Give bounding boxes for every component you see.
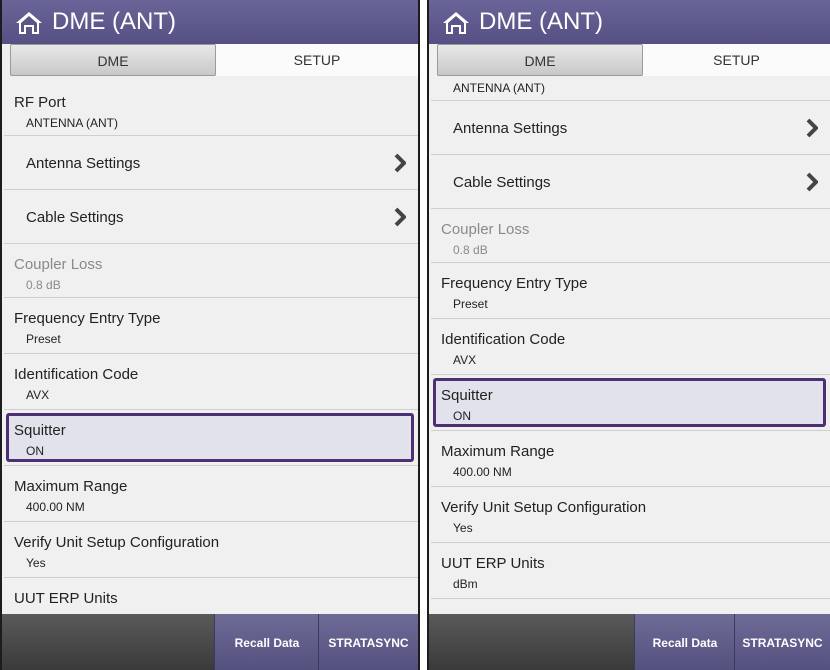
stratasync-button[interactable]: STRATASYNC bbox=[318, 614, 418, 670]
tab-bar: DME SETUP bbox=[10, 44, 418, 78]
uut-erp-units-row[interactable]: UUT ERP Units dBm bbox=[4, 578, 418, 612]
home-icon[interactable] bbox=[14, 10, 44, 36]
toolbar-blank bbox=[429, 614, 634, 670]
row-value: 0.8 dB bbox=[453, 243, 488, 257]
row-label: Verify Unit Setup Configuration bbox=[441, 499, 647, 516]
rf-port-row[interactable]: RF Port ANTENNA (ANT) bbox=[431, 82, 830, 101]
page-title: DME (ANT) bbox=[479, 8, 603, 35]
row-label: Maximum Range bbox=[14, 478, 128, 495]
coupler-loss-row: Coupler Loss 0.8 dB bbox=[4, 244, 418, 298]
row-label: Coupler Loss bbox=[441, 221, 530, 238]
frequency-entry-type-row[interactable]: Frequency Entry Type Preset bbox=[431, 263, 830, 319]
row-label: RF Port bbox=[14, 94, 66, 111]
row-value: 400.00 NM bbox=[453, 465, 512, 479]
title-bar: DME (ANT) bbox=[2, 0, 418, 44]
row-value: AVX bbox=[453, 353, 477, 367]
row-label: Frequency Entry Type bbox=[441, 275, 588, 292]
bottom-toolbar: Recall Data STRATASYNC bbox=[429, 614, 830, 670]
chevron-right-icon bbox=[806, 118, 818, 138]
chevron-right-icon bbox=[806, 172, 818, 192]
row-value: ANTENNA (ANT) bbox=[453, 82, 546, 95]
settings-list[interactable]: RF Port ANTENNA (ANT) Antenna Settings C… bbox=[431, 82, 830, 612]
row-label: Identification Code bbox=[441, 331, 566, 348]
cable-settings-row[interactable]: Cable Settings bbox=[4, 190, 418, 244]
row-value: Preset bbox=[453, 297, 488, 311]
row-label: Identification Code bbox=[14, 366, 139, 383]
tab-setup[interactable]: SETUP bbox=[216, 44, 418, 76]
row-value: 0.8 dB bbox=[26, 278, 61, 292]
maximum-range-row[interactable]: Maximum Range 400.00 NM bbox=[4, 466, 418, 522]
selection-highlight bbox=[6, 413, 414, 462]
row-label: Antenna Settings bbox=[26, 155, 141, 172]
row-value: Preset bbox=[26, 332, 61, 346]
verify-unit-setup-row[interactable]: Verify Unit Setup Configuration Yes bbox=[4, 522, 418, 578]
home-icon[interactable] bbox=[441, 10, 471, 36]
tab-dme[interactable]: DME bbox=[10, 44, 216, 76]
page-title: DME (ANT) bbox=[52, 8, 176, 35]
antenna-settings-row[interactable]: Antenna Settings bbox=[431, 101, 830, 155]
toolbar-blank bbox=[2, 614, 214, 670]
stratasync-button[interactable]: STRATASYNC bbox=[734, 614, 830, 670]
row-value: Yes bbox=[453, 521, 473, 535]
squitter-row[interactable]: Squitter ON bbox=[4, 410, 418, 466]
row-value: 400.00 NM bbox=[26, 500, 85, 514]
row-label: Cable Settings bbox=[26, 209, 124, 226]
verify-unit-setup-row[interactable]: Verify Unit Setup Configuration Yes bbox=[431, 487, 830, 543]
row-value: dBm bbox=[453, 577, 478, 591]
row-label: Cable Settings bbox=[453, 174, 551, 191]
screen-left: DME (ANT) DME SETUP RF Port ANTENNA (ANT… bbox=[0, 0, 420, 670]
row-value: ON bbox=[453, 409, 471, 423]
cable-settings-row[interactable]: Cable Settings bbox=[431, 155, 830, 209]
row-label: Verify Unit Setup Configuration bbox=[14, 534, 220, 551]
row-label: Frequency Entry Type bbox=[14, 310, 161, 327]
frequency-entry-type-row[interactable]: Frequency Entry Type Preset bbox=[4, 298, 418, 354]
antenna-settings-row[interactable]: Antenna Settings bbox=[4, 136, 418, 190]
chevron-right-icon bbox=[394, 207, 406, 227]
squitter-row[interactable]: Squitter ON bbox=[431, 375, 830, 431]
title-bar: DME (ANT) bbox=[429, 0, 830, 44]
identification-code-row[interactable]: Identification Code AVX bbox=[4, 354, 418, 410]
row-label: Antenna Settings bbox=[453, 120, 568, 137]
screen-right: DME (ANT) DME SETUP RF Port ANTENNA (ANT… bbox=[427, 0, 830, 670]
rf-port-row[interactable]: RF Port ANTENNA (ANT) bbox=[4, 82, 418, 136]
row-value: AVX bbox=[26, 388, 50, 402]
maximum-range-row[interactable]: Maximum Range 400.00 NM bbox=[431, 431, 830, 487]
settings-list[interactable]: RF Port ANTENNA (ANT) Antenna Settings C… bbox=[4, 82, 418, 612]
uut-erp-units-row[interactable]: UUT ERP Units dBm bbox=[431, 543, 830, 599]
tab-bar: DME SETUP bbox=[437, 44, 830, 78]
row-label: Squitter bbox=[14, 422, 66, 439]
row-value: ANTENNA (ANT) bbox=[26, 116, 119, 130]
row-label: UUT ERP Units bbox=[441, 555, 545, 572]
tab-setup[interactable]: SETUP bbox=[643, 44, 830, 76]
row-value: Yes bbox=[26, 556, 46, 570]
recall-data-button[interactable]: Recall Data bbox=[214, 614, 319, 670]
row-label: Squitter bbox=[441, 387, 493, 404]
bottom-toolbar: Recall Data STRATASYNC bbox=[2, 614, 418, 670]
coupler-loss-row: Coupler Loss 0.8 dB bbox=[431, 209, 830, 263]
recall-data-button[interactable]: Recall Data bbox=[634, 614, 735, 670]
row-label: Coupler Loss bbox=[14, 256, 103, 273]
identification-code-row[interactable]: Identification Code AVX bbox=[431, 319, 830, 375]
chevron-right-icon bbox=[394, 153, 406, 173]
tab-dme[interactable]: DME bbox=[437, 44, 643, 76]
row-value: ON bbox=[26, 444, 44, 458]
row-label: Maximum Range bbox=[441, 443, 555, 460]
row-label: UUT ERP Units bbox=[14, 590, 118, 607]
